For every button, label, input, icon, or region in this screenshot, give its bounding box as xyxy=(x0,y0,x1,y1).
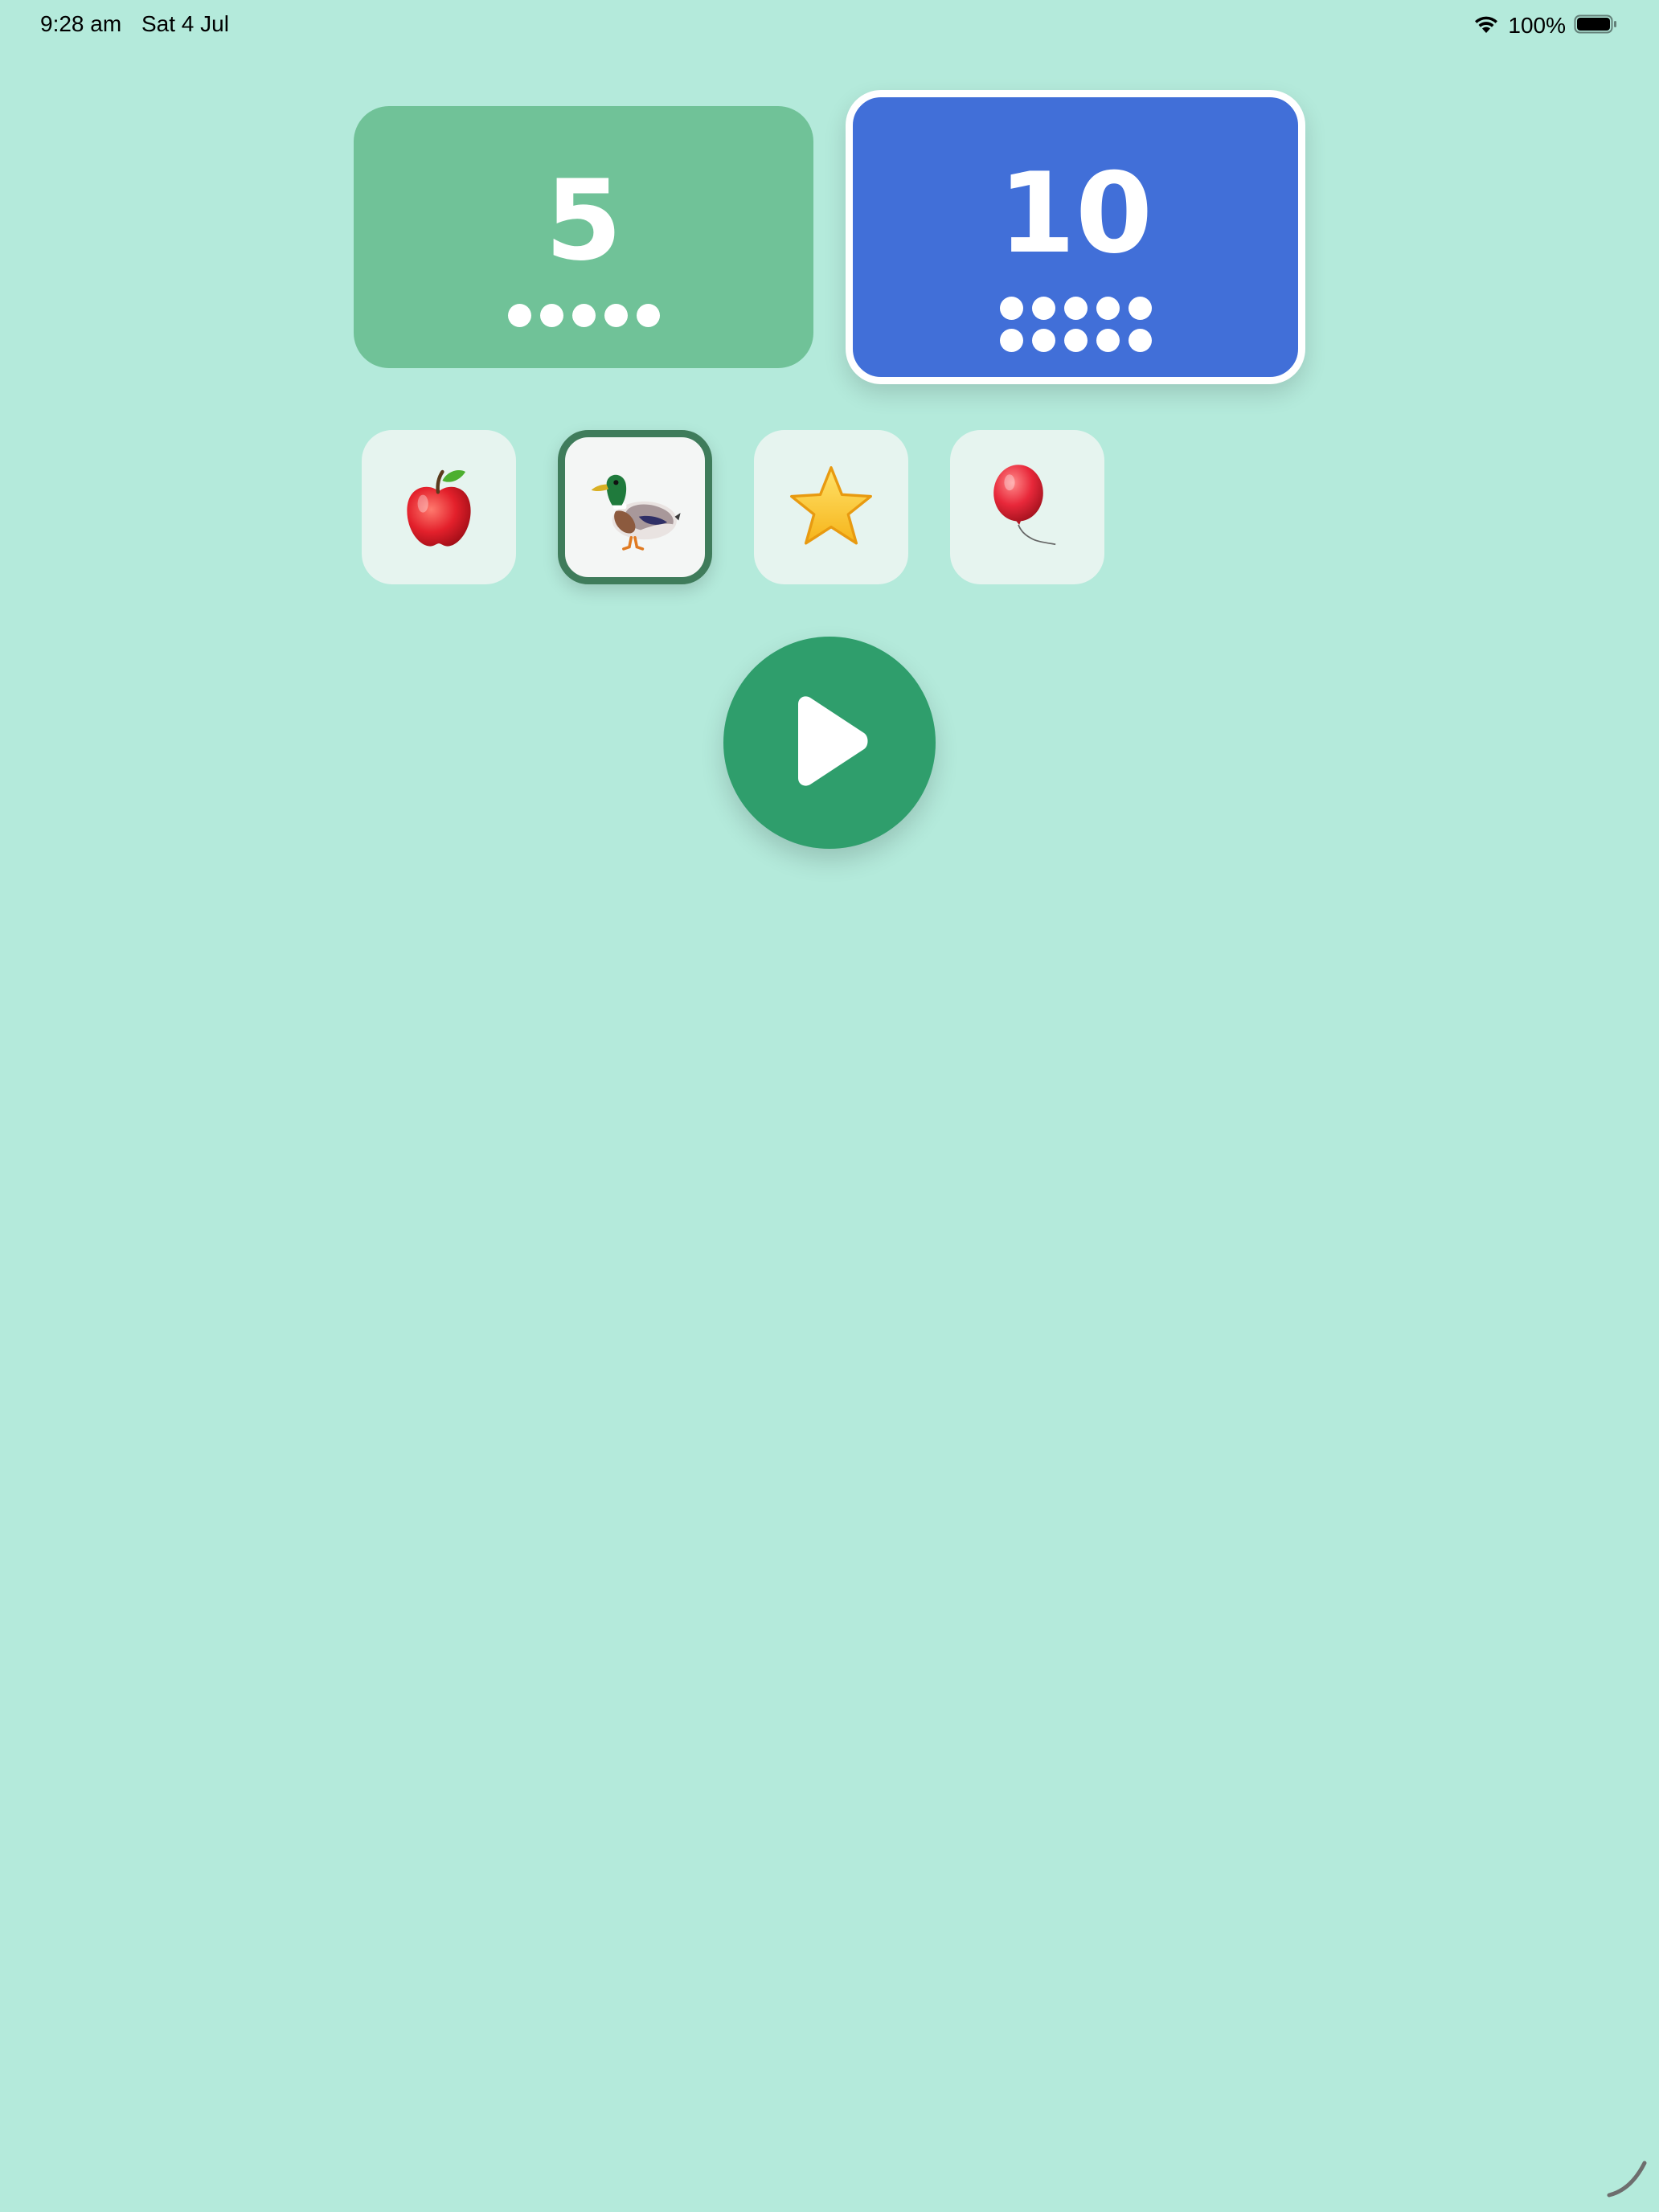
dot xyxy=(1128,329,1152,352)
star-icon xyxy=(786,462,876,552)
dot-indicator xyxy=(507,304,660,327)
dot xyxy=(999,297,1023,320)
play-icon xyxy=(785,693,874,793)
dot xyxy=(636,304,660,327)
dot xyxy=(1063,329,1088,352)
object-picker xyxy=(362,430,1104,584)
count-number: 5 xyxy=(544,156,623,285)
dot xyxy=(1063,297,1088,320)
dot xyxy=(1096,329,1120,352)
dot xyxy=(1031,297,1055,320)
apple-icon xyxy=(395,463,483,551)
dot xyxy=(1128,297,1152,320)
dot xyxy=(1031,329,1055,352)
balloon-icon xyxy=(983,463,1071,551)
pencil-indicator-icon xyxy=(1604,2153,1653,2206)
dot xyxy=(999,329,1023,352)
object-option-duck[interactable] xyxy=(558,430,712,584)
count-option-5[interactable]: 5 xyxy=(354,106,813,368)
dot xyxy=(539,304,563,327)
object-option-star[interactable] xyxy=(754,430,908,584)
status-date: Sat 4 Jul xyxy=(141,11,229,36)
dot xyxy=(1096,297,1120,320)
dot xyxy=(507,304,531,327)
dot xyxy=(571,304,596,327)
wifi-icon xyxy=(1473,14,1500,39)
object-option-balloon[interactable] xyxy=(950,430,1104,584)
dot-indicator xyxy=(999,297,1152,352)
play-button[interactable] xyxy=(723,637,936,849)
dot xyxy=(604,304,628,327)
count-number: 10 xyxy=(997,149,1153,278)
count-option-10[interactable]: 10 xyxy=(846,90,1305,384)
status-indicators: 100% xyxy=(1473,10,1617,42)
object-option-apple[interactable] xyxy=(362,430,516,584)
status-time: 9:28 am xyxy=(40,11,122,36)
battery-icon xyxy=(1574,14,1617,39)
duck-icon xyxy=(588,460,682,555)
battery-percentage: 100% xyxy=(1508,13,1566,38)
